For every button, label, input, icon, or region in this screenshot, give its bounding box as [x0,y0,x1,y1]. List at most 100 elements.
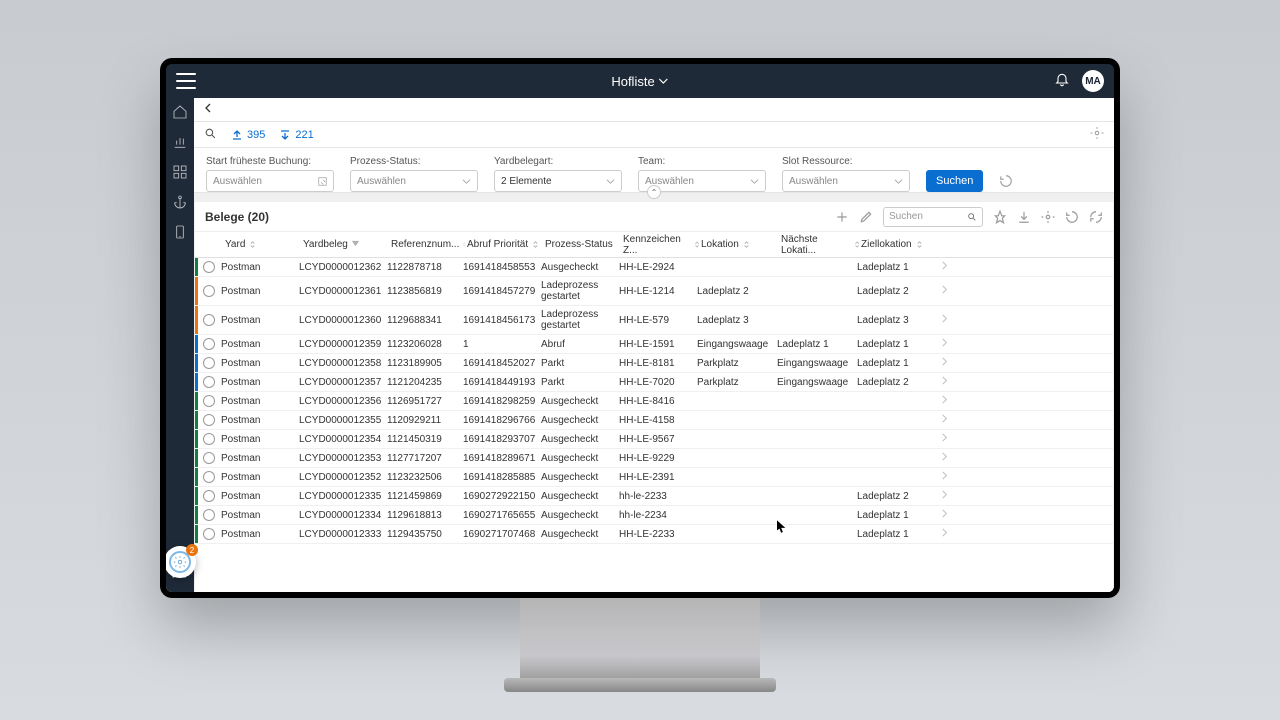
cell-yardbeleg: LCYD0000012356 [299,396,387,407]
col-ziellokation[interactable]: Ziellokation [861,239,939,250]
table-settings-icon[interactable] [1041,210,1055,224]
row-radio[interactable] [203,528,215,540]
row-radio[interactable] [203,314,215,326]
row-radio[interactable] [203,452,215,464]
row-radio[interactable] [203,261,215,273]
row-radio[interactable] [203,338,215,350]
row-nav-icon[interactable] [935,338,953,350]
status-stripe [195,373,198,391]
filter-yard-select[interactable]: 2 Elemente [494,170,622,192]
table-row[interactable]: Postman LCYD0000012354 1121450319 169141… [195,430,1113,449]
table-row[interactable]: Postman LCYD0000012353 1127717207 169141… [195,449,1113,468]
table-row[interactable]: Postman LCYD0000012333 1129435750 169027… [195,525,1113,544]
table-row[interactable]: Postman LCYD0000012362 1122878718 169141… [195,258,1113,277]
col-referenznummer[interactable]: Referenznum... [391,239,467,250]
row-nav-icon[interactable] [935,261,953,273]
copilot-button[interactable]: 2 [166,546,196,578]
row-nav-icon[interactable] [935,433,953,445]
cell-proc: Abruf [541,339,619,350]
col-yard[interactable]: Yard [225,239,303,250]
col-yardbeleg[interactable]: Yardbeleg [303,239,391,250]
pin-icon[interactable] [993,210,1007,224]
refresh-icon[interactable] [1065,210,1079,224]
table-row[interactable]: Postman LCYD0000012334 1129618813 169027… [195,506,1113,525]
cell-ref: 1126951727 [387,396,463,407]
row-nav-icon[interactable] [935,395,953,407]
filter-slot-select[interactable]: Auswählen [782,170,910,192]
table-row[interactable]: Postman LCYD0000012335 1121459869 169027… [195,487,1113,506]
inbound-count[interactable]: 395 [231,129,265,141]
cell-prio: 1691418456173 [463,315,541,326]
reset-icon[interactable] [999,174,1013,188]
table-row[interactable]: Postman LCYD0000012355 1120929211 169141… [195,411,1113,430]
col-prozess-status[interactable]: Prozess-Status [545,239,623,250]
anchor-icon[interactable] [172,194,188,210]
sync-icon[interactable] [1089,210,1103,224]
count-bar: 395 221 [194,122,1114,148]
filter-slot-label: Slot Ressource: [782,156,910,167]
cell-ref: 1123856819 [387,286,463,297]
row-radio[interactable] [203,509,215,521]
row-nav-icon[interactable] [935,452,953,464]
avatar[interactable]: MA [1082,70,1104,92]
table-row[interactable]: Postman LCYD0000012352 1123232506 169141… [195,468,1113,487]
table-row[interactable]: Postman LCYD0000012360 1129688341 169141… [195,306,1113,335]
table-row[interactable]: Postman LCYD0000012358 1123189905 169141… [195,354,1113,373]
table-search-input[interactable]: Suchen [883,207,983,227]
cell-yard: Postman [221,472,299,483]
mobile-icon[interactable] [172,224,188,240]
row-nav-icon[interactable] [935,285,953,297]
col-abruf-prioritaet[interactable]: Abruf Priorität [467,239,545,250]
row-nav-icon[interactable] [935,528,953,540]
row-nav-icon[interactable] [935,314,953,326]
row-radio[interactable] [203,433,215,445]
table-row[interactable]: Postman LCYD0000012356 1126951727 169141… [195,392,1113,411]
col-naechste-lokation[interactable]: Nächste Lokati... [781,234,861,256]
outbound-count[interactable]: 221 [279,129,313,141]
row-radio[interactable] [203,376,215,388]
filter-proc-select[interactable]: Auswählen [350,170,478,192]
row-radio[interactable] [203,490,215,502]
row-nav-icon[interactable] [935,490,953,502]
row-nav-icon[interactable] [935,414,953,426]
status-stripe [195,468,198,486]
table-row[interactable]: Postman LCYD0000012361 1123856819 169141… [195,277,1113,306]
row-nav-icon[interactable] [935,357,953,369]
back-icon[interactable] [202,101,214,119]
col-lokation[interactable]: Lokation [701,239,781,250]
row-radio[interactable] [203,395,215,407]
cell-zlok: Ladeplatz 2 [857,491,935,502]
table-row[interactable]: Postman LCYD0000012359 1123206028 1 Abru… [195,335,1113,354]
grid-icon[interactable] [172,164,188,180]
row-nav-icon[interactable] [935,376,953,388]
cell-yard: Postman [221,377,299,388]
status-stripe [195,525,198,543]
col-kennzeichen[interactable]: Kennzeichen Z... [623,234,701,256]
add-icon[interactable] [835,210,849,224]
row-nav-icon[interactable] [935,509,953,521]
page-title[interactable]: Hofliste [611,74,668,89]
search-button[interactable]: Suchen [926,170,983,192]
cell-yardbeleg: LCYD0000012354 [299,434,387,445]
row-radio[interactable] [203,357,215,369]
row-radio[interactable] [203,414,215,426]
home-icon[interactable] [172,104,188,120]
download-icon[interactable] [1017,210,1031,224]
filter-start-select[interactable]: Auswählen [206,170,334,192]
collapse-toggle-icon[interactable]: ⌃ [647,185,661,199]
table-row[interactable]: Postman LCYD0000012357 1121204235 169141… [195,373,1113,392]
filter-start-label: Start früheste Buchung: [206,156,334,167]
cell-proc: Ausgecheckt [541,434,619,445]
notifications-icon[interactable] [1054,71,1070,92]
cell-kenn: HH-LE-8181 [619,358,697,369]
search-icon[interactable] [204,127,217,143]
row-nav-icon[interactable] [935,471,953,483]
breadcrumb-bar [194,98,1114,122]
menu-icon[interactable] [176,73,196,89]
monitor-frame: Hofliste MA ··· 2 395 [160,58,1120,598]
edit-icon[interactable] [859,210,873,224]
row-radio[interactable] [203,285,215,297]
row-radio[interactable] [203,471,215,483]
settings-icon[interactable] [1090,126,1104,143]
chart-icon[interactable] [172,134,188,150]
